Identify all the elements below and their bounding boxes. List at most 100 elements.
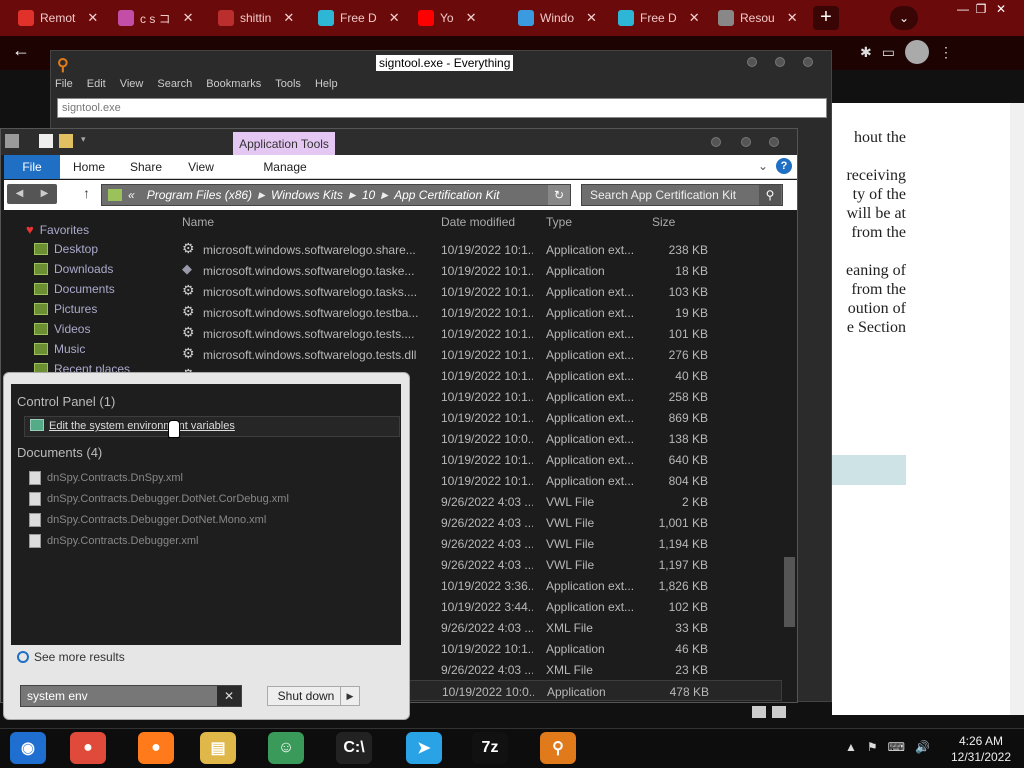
document-result[interactable]: dnSpy.Contracts.Debugger.DotNet.CorDebug… <box>29 492 289 506</box>
7zip-icon[interactable]: 7z <box>472 732 508 764</box>
breadcrumb-separator-icon[interactable]: ▶ <box>258 190 265 201</box>
breadcrumb-app-certification-kit[interactable]: App Certification Kit <box>394 188 499 202</box>
shut-down-button[interactable]: Shut down <box>267 686 345 706</box>
file-row[interactable]: ⚙ microsoft.windows.softwarelogo.tasks...… <box>176 281 782 302</box>
new-tab-button[interactable]: + <box>813 6 839 30</box>
browser-tab[interactable]: Yo ✕ <box>418 4 476 32</box>
send-icon[interactable]: ➤ <box>406 732 442 764</box>
users-icon[interactable]: ☺ <box>268 732 304 764</box>
sidebar-icon[interactable]: ▭ <box>882 44 895 61</box>
taskbar-clock[interactable]: 4:26 AM 12/31/2022 <box>946 733 1016 765</box>
tab-close-icon[interactable]: ✕ <box>283 10 294 26</box>
tab-close-icon[interactable]: ✕ <box>689 10 700 26</box>
show-hidden-icons-icon[interactable]: ▲ <box>845 740 857 754</box>
shutdown-options-arrow-icon[interactable]: ▶ <box>340 686 360 706</box>
file-explorer-icon[interactable]: ▤ <box>200 732 236 764</box>
tab-file[interactable]: File <box>4 155 60 179</box>
tab-close-icon[interactable]: ✕ <box>466 10 477 26</box>
nav-item-videos[interactable]: Videos <box>34 322 90 336</box>
everything-maximize-button[interactable] <box>775 57 785 67</box>
start-search-input[interactable]: system env <box>20 685 242 707</box>
refresh-icon[interactable]: ↻ <box>548 185 570 205</box>
everything-menu-edit[interactable]: Edit <box>87 78 106 96</box>
tab-search-button[interactable]: ⌄ <box>890 6 918 30</box>
browser-close-button[interactable]: ✕ <box>984 0 1018 18</box>
nav-item-documents[interactable]: Documents <box>34 282 115 296</box>
properties-icon[interactable] <box>39 134 53 148</box>
browser-tab[interactable]: shittin ✕ <box>218 4 294 32</box>
column-date-modified[interactable]: Date modified <box>441 215 515 229</box>
everything-menu-search[interactable]: Search <box>157 78 192 96</box>
app-icon[interactable]: ◉ <box>10 732 46 764</box>
back-icon[interactable]: ◀ <box>7 184 32 204</box>
nav-item-favorites[interactable]: ♥ Favorites <box>26 222 89 237</box>
file-list-scrollbar[interactable] <box>782 212 797 702</box>
everything-menu-view[interactable]: View <box>120 78 144 96</box>
tab-close-icon[interactable]: ✕ <box>87 10 98 26</box>
extensions-icon[interactable]: ✱ <box>860 44 872 61</box>
document-result[interactable]: dnSpy.Contracts.Debugger.DotNet.Mono.xml <box>29 513 266 527</box>
file-row[interactable]: ⚙ microsoft.windows.softwarelogo.tests.dl… <box>176 344 782 365</box>
breadcrumb-windows-kits[interactable]: Windows Kits <box>271 188 343 202</box>
address-bar[interactable]: « Program Files (x86) ▶ Windows Kits ▶ 1… <box>101 184 571 206</box>
profile-avatar[interactable] <box>904 40 929 64</box>
document-result[interactable]: dnSpy.Contracts.DnSpy.xml <box>29 471 183 485</box>
terminal-icon[interactable]: C:\ <box>336 732 372 764</box>
tab-close-icon[interactable]: ✕ <box>183 10 194 26</box>
file-row[interactable]: ◆ microsoft.windows.softwarelogo.taske...… <box>176 260 782 281</box>
browser-tab[interactable]: Free D ✕ <box>318 4 400 32</box>
search-icon[interactable]: ⚲ <box>759 185 781 205</box>
network-icon[interactable]: ⌨ <box>888 740 905 754</box>
explorer-maximize-button[interactable] <box>741 137 751 147</box>
tab-close-icon[interactable]: ✕ <box>787 10 798 26</box>
column-size[interactable]: Size <box>652 215 675 229</box>
everything-menu-file[interactable]: File <box>55 78 73 96</box>
everything-icon[interactable]: ⚲ <box>540 732 576 764</box>
browser-tab[interactable]: Resou ✕ <box>718 4 798 32</box>
everything-menu-tools[interactable]: Tools <box>275 78 301 96</box>
breadcrumb-program-files[interactable]: Program Files (x86) <box>147 188 252 202</box>
nav-item-pictures[interactable]: Pictures <box>34 302 97 316</box>
everything-close-button[interactable] <box>803 57 813 67</box>
back-arrow-icon[interactable]: ← <box>12 40 30 61</box>
ribbon-expand-icon[interactable]: ⌄ <box>758 159 768 173</box>
column-type[interactable]: Type <box>546 215 572 229</box>
tab-home[interactable]: Home <box>66 155 112 179</box>
breadcrumb-separator-icon[interactable]: ▶ <box>381 190 388 201</box>
clear-search-icon[interactable]: ✕ <box>217 686 241 706</box>
browser-tab[interactable]: Windo ✕ <box>518 4 597 32</box>
breadcrumb-separator-icon[interactable]: ▶ <box>349 190 356 201</box>
browser-menu-icon[interactable]: ⋮ <box>939 44 953 61</box>
volume-icon[interactable]: 🔊 <box>915 740 930 754</box>
help-icon[interactable]: ? <box>776 158 792 174</box>
large-icons-view-icon[interactable] <box>772 706 786 718</box>
breadcrumb-10[interactable]: 10 <box>362 188 375 202</box>
everything-minimize-button[interactable] <box>747 57 757 67</box>
see-more-results-link[interactable]: See more results <box>17 650 125 664</box>
chrome-icon[interactable]: ● <box>70 732 106 764</box>
page-scrollbar[interactable] <box>1010 103 1024 715</box>
file-row[interactable]: ⚙ microsoft.windows.softwarelogo.testba..… <box>176 302 782 323</box>
nav-item-downloads[interactable]: Downloads <box>34 262 113 276</box>
quick-access-dropdown-icon[interactable]: ▾ <box>81 134 95 148</box>
tab-close-icon[interactable]: ✕ <box>586 10 597 26</box>
everything-search-input[interactable]: signtool.exe <box>57 98 827 118</box>
column-name[interactable]: Name <box>182 215 214 229</box>
application-tools-context-tab[interactable]: Application Tools <box>233 132 335 156</box>
explorer-minimize-button[interactable] <box>711 137 721 147</box>
forward-icon[interactable]: ▶ <box>32 184 57 204</box>
file-row[interactable]: ⚙ microsoft.windows.softwarelogo.tests...… <box>176 323 782 344</box>
explorer-close-button[interactable] <box>769 137 779 147</box>
edit-environment-variables-link[interactable]: Edit the system environment variables <box>49 420 235 432</box>
scrollbar-thumb[interactable] <box>784 557 795 627</box>
everything-menu-help[interactable]: Help <box>315 78 338 96</box>
breadcrumb-prefix[interactable]: « <box>128 188 135 202</box>
nav-item-desktop[interactable]: Desktop <box>34 242 98 256</box>
tab-share[interactable]: Share <box>124 155 168 179</box>
new-folder-icon[interactable] <box>59 134 73 148</box>
nav-item-music[interactable]: Music <box>34 342 85 356</box>
browser-tab[interactable]: Free D ✕ <box>618 4 700 32</box>
folder-search-input[interactable]: Search App Certification Kit <box>581 184 783 206</box>
file-row[interactable]: ⚙ microsoft.windows.softwarelogo.share...… <box>176 239 782 260</box>
action-center-flag-icon[interactable]: ⚑ <box>867 740 878 754</box>
